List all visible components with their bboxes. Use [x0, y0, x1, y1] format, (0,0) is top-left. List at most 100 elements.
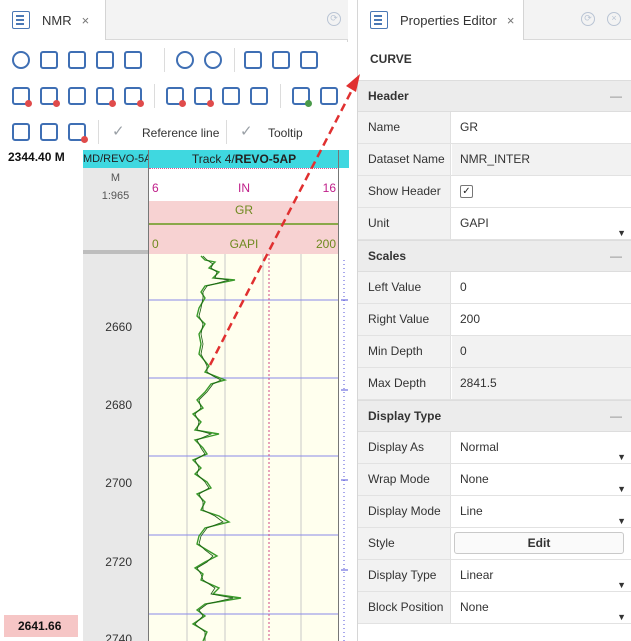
- add-depth-track-icon[interactable]: [194, 87, 214, 107]
- prop-label: Display Mode: [358, 496, 451, 527]
- gr-curve-name: GR: [235, 203, 253, 217]
- log-track-area[interactable]: 2344.40 M 2641.66 MD/REVO-5A M 1:965 266…: [0, 150, 349, 641]
- section-scales[interactable]: Scales —: [358, 240, 631, 272]
- prop-row-max-depth: Max Depth 2841.5: [358, 368, 631, 400]
- style-edit-button[interactable]: Edit: [454, 532, 624, 554]
- gr-right-value: 200: [315, 237, 336, 251]
- max-depth-value: 2841.5: [452, 368, 631, 399]
- reference-line-toggle[interactable]: Reference line: [142, 126, 219, 140]
- add-log-track-icon[interactable]: [222, 87, 240, 105]
- prop-row-style: Style Edit: [358, 528, 631, 560]
- object-type-title: CURVE: [370, 52, 412, 66]
- prop-row-dataset-name: Dataset Name NMR_INTER: [358, 144, 631, 176]
- list-icon[interactable]: [68, 51, 86, 69]
- left-value-input[interactable]: 0: [452, 272, 631, 303]
- section-display-type-title: Display Type: [368, 409, 442, 423]
- zoom-in-icon[interactable]: [176, 51, 194, 69]
- restore-icon[interactable]: ⟳: [581, 12, 595, 26]
- copy-icon[interactable]: [40, 51, 58, 69]
- curve-plot-area[interactable]: [149, 254, 339, 641]
- prop-row-display-mode: Display Mode Line ▼: [358, 496, 631, 528]
- display-type-select[interactable]: Linear ▼: [452, 560, 631, 591]
- display-mode-select[interactable]: Line ▼: [452, 496, 631, 527]
- prop-row-block-position: Block Position None ▼: [358, 592, 631, 624]
- depth-tick: 2680: [105, 398, 132, 412]
- adjacent-track[interactable]: [338, 150, 349, 641]
- display-as-select[interactable]: Normal ▼: [452, 432, 631, 463]
- tooltip-check-icon[interactable]: ✓: [240, 122, 253, 140]
- add-crossplot-icon[interactable]: [292, 87, 312, 107]
- unit-select[interactable]: GAPI ▼: [452, 208, 631, 239]
- tab-nmr[interactable]: NMR ×: [0, 0, 106, 40]
- show-header-checkbox[interactable]: ✓: [460, 185, 473, 198]
- close-icon[interactable]: ×: [82, 13, 90, 28]
- prop-label: Show Header: [358, 176, 451, 207]
- tooltip-toggle[interactable]: Tooltip: [268, 126, 303, 140]
- prop-row-show-header: Show Header ✓: [358, 176, 631, 208]
- refresh-icon[interactable]: [12, 51, 30, 69]
- restore-icon[interactable]: ⟳: [327, 12, 341, 26]
- gr-curve-header[interactable]: GR 0 GAPI 200: [149, 201, 339, 255]
- add-zone-icon[interactable]: [96, 87, 116, 107]
- log-track-4[interactable]: Track 4/REVO-5AP 6 IN 16 GR 0 GAPI 200: [148, 150, 339, 641]
- depth-track-header[interactable]: MD/REVO-5A: [83, 150, 148, 168]
- min-depth-value: 0: [452, 336, 631, 367]
- add-text-icon[interactable]: [166, 87, 186, 107]
- track-header[interactable]: Track 4/REVO-5AP: [149, 150, 339, 168]
- add-image-track-icon[interactable]: [68, 87, 86, 105]
- dataset-name-value: NMR_INTER: [452, 144, 631, 175]
- toolbar-row-3: ✓ Reference line ✓ Tooltip: [0, 114, 348, 150]
- add-marker-icon[interactable]: [124, 87, 144, 107]
- display-mode-value: Line: [460, 504, 483, 518]
- collapse-icon[interactable]: —: [610, 81, 622, 111]
- tab-properties-editor[interactable]: Properties Editor ×: [358, 0, 524, 40]
- section-header[interactable]: Header —: [358, 80, 631, 112]
- style-cell: Edit: [452, 528, 631, 559]
- track-right-icon[interactable]: [300, 51, 318, 69]
- add-shading-icon[interactable]: [40, 87, 60, 107]
- block-position-value: None: [460, 600, 489, 614]
- erase-curve-icon[interactable]: [68, 123, 88, 143]
- prop-row-display-as: Display As Normal ▼: [358, 432, 631, 464]
- print-icon[interactable]: [96, 51, 114, 69]
- unit-select-value: GAPI: [460, 216, 489, 230]
- section-header-title: Header: [368, 89, 409, 103]
- wrap-mode-select[interactable]: None ▼: [452, 464, 631, 495]
- prop-label: Name: [358, 112, 451, 143]
- draw-curve-icon[interactable]: [40, 123, 58, 141]
- zoom-out-icon[interactable]: [204, 51, 222, 69]
- track-left-icon[interactable]: [244, 51, 262, 69]
- add-histogram-icon[interactable]: [320, 87, 338, 105]
- name-input[interactable]: GR: [452, 112, 631, 143]
- depth-ruler[interactable]: MD/REVO-5A M 1:965 2660 2680 2700 2720 2…: [83, 150, 148, 641]
- right-value-input[interactable]: 200: [452, 304, 631, 335]
- prop-row-display-type: Display Type Linear ▼: [358, 560, 631, 592]
- depth-column: 2344.40 M 2641.66: [0, 150, 83, 641]
- gr-curve-plot[interactable]: [149, 254, 339, 641]
- close-panel-icon[interactable]: ×: [607, 12, 621, 26]
- track-updown-icon[interactable]: [272, 51, 290, 69]
- collapse-icon[interactable]: —: [610, 401, 622, 431]
- curve1-right-value: 16: [322, 181, 336, 195]
- curve-header-area[interactable]: 6 IN 16 GR 0 GAPI 200: [149, 168, 339, 255]
- toolbar-row-2: [0, 78, 348, 114]
- scale-dropdown-icon[interactable]: [124, 51, 142, 69]
- toolbar-row-1: [0, 42, 348, 78]
- depth-tick: 2720: [105, 555, 132, 569]
- depth-tick: 2700: [105, 476, 132, 490]
- add-curve-icon[interactable]: [12, 87, 32, 107]
- add-array-track-icon[interactable]: [250, 87, 268, 105]
- prop-label: Style: [358, 528, 451, 559]
- prop-row-unit: Unit GAPI ▼: [358, 208, 631, 240]
- reference-line-check-icon[interactable]: ✓: [112, 122, 125, 140]
- collapse-icon[interactable]: —: [610, 241, 622, 271]
- tab-nmr-label: NMR: [42, 12, 72, 28]
- block-position-select[interactable]: None ▼: [452, 592, 631, 623]
- chevron-down-icon[interactable]: ▼: [617, 602, 626, 633]
- close-icon[interactable]: ×: [507, 13, 515, 28]
- prop-label: Unit: [358, 208, 451, 239]
- wrap-mode-value: None: [460, 472, 489, 486]
- edit-curve-icon[interactable]: [12, 123, 30, 141]
- section-display-type[interactable]: Display Type —: [358, 400, 631, 432]
- display-type-value: Linear: [460, 568, 494, 582]
